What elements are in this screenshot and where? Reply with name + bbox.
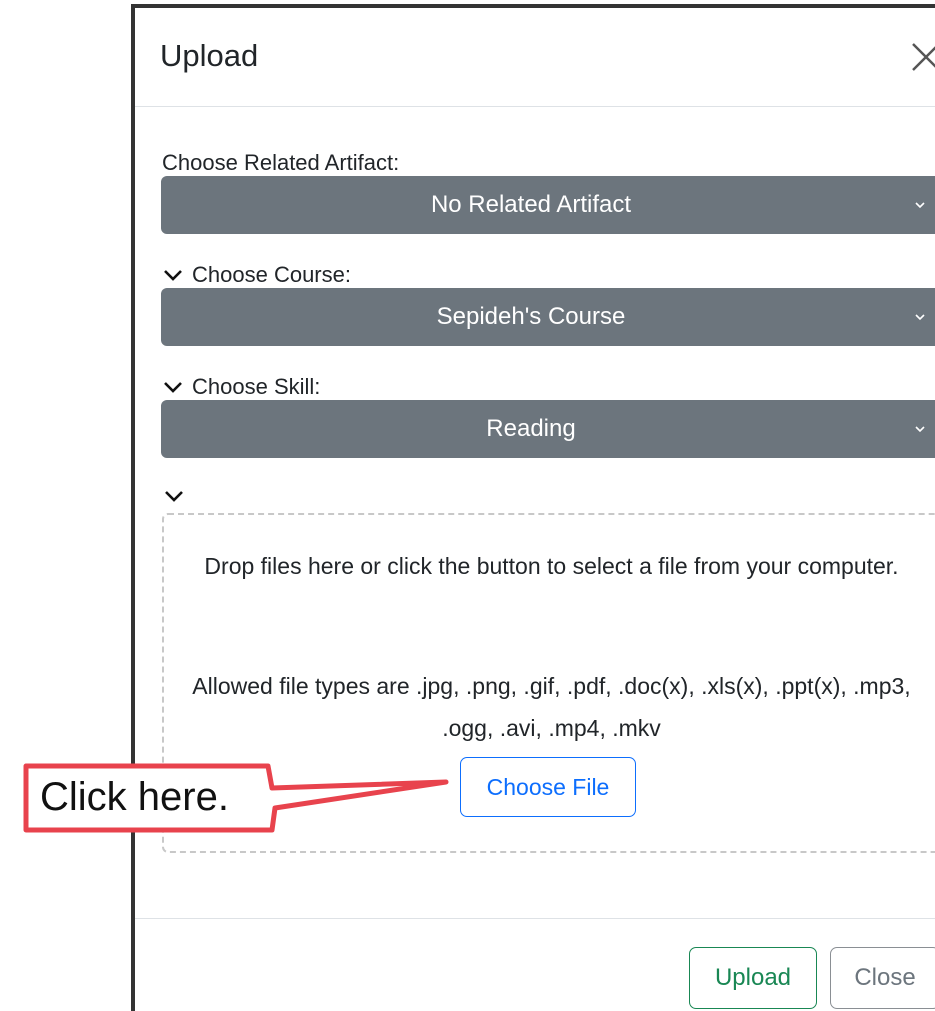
dropzone-allowed-types: Allowed file types are .jpg, .png, .gif,… xyxy=(192,673,911,741)
choose-file-button[interactable]: Choose File xyxy=(460,757,636,817)
skill-label: Choose Skill: xyxy=(162,374,320,400)
artifact-select-value: No Related Artifact xyxy=(430,191,632,218)
artifact-label: Choose Related Artifact: xyxy=(162,150,399,176)
skill-select[interactable]: Reading xyxy=(161,400,935,458)
modal-title: Upload xyxy=(160,38,259,73)
artifact-label-text: Choose Related Artifact: xyxy=(162,150,400,175)
callout-text: Click here. xyxy=(40,775,229,819)
course-label-text: Choose Course: xyxy=(192,262,351,287)
chevron-down-icon xyxy=(915,426,925,433)
dropzone-instruction: Drop files here or click the button to s… xyxy=(204,553,899,579)
upload-button[interactable]: Upload xyxy=(689,947,817,1009)
modal-footer-divider xyxy=(135,918,935,919)
chevron-down-icon[interactable] xyxy=(162,379,184,395)
chevron-down-icon[interactable] xyxy=(163,488,185,504)
course-select-value: Sepideh's Course xyxy=(436,303,626,330)
file-dropzone[interactable]: Drop files here or click the button to s… xyxy=(162,513,935,853)
course-label: Choose Course: xyxy=(162,262,351,288)
course-select[interactable]: Sepideh's Course xyxy=(161,288,935,346)
modal-header: Upload xyxy=(135,8,935,107)
chevron-down-icon[interactable] xyxy=(162,267,184,283)
skill-label-text: Choose Skill: xyxy=(192,374,321,399)
upload-modal: Upload Choose Related Artifact: No Relat… xyxy=(131,4,935,1011)
chevron-down-icon xyxy=(915,314,925,321)
close-x-icon[interactable] xyxy=(905,36,935,76)
screenshot-stage: Upload Choose Related Artifact: No Relat… xyxy=(0,0,935,1011)
chevron-down-icon xyxy=(915,202,925,209)
close-button[interactable]: Close xyxy=(830,947,935,1009)
skill-select-value: Reading xyxy=(486,415,576,442)
artifact-select[interactable]: No Related Artifact xyxy=(161,176,935,234)
